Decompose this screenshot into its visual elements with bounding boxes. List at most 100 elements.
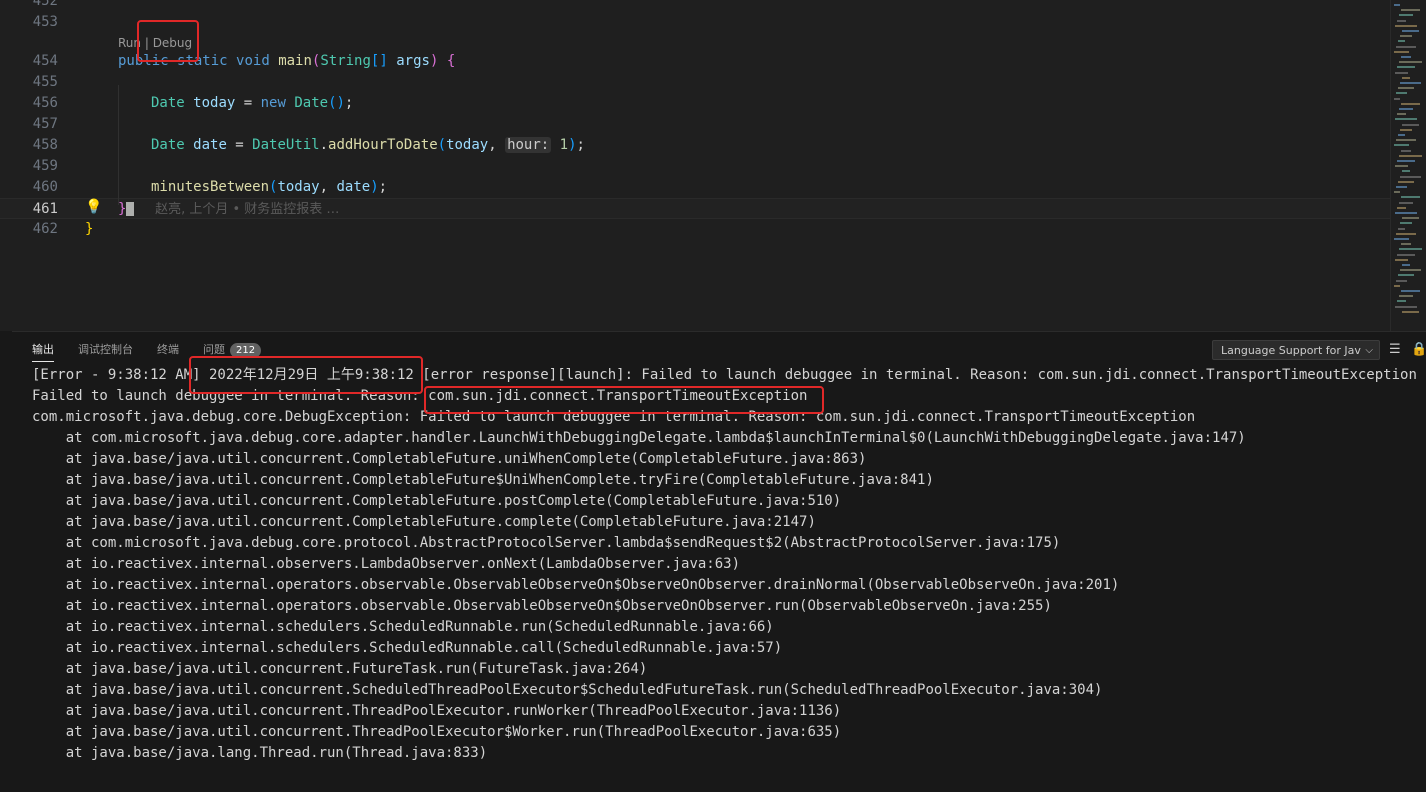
codelens-run-link[interactable]: Run xyxy=(118,36,141,50)
minimap-line xyxy=(1399,61,1422,64)
tab-debug-console[interactable]: 调试控制台 xyxy=(78,342,133,358)
output-line: at io.reactivex.internal.operators.obser… xyxy=(32,577,1120,593)
minimap-line xyxy=(1400,82,1421,84)
minimap-line xyxy=(1395,258,1408,261)
minimap-line xyxy=(1397,253,1415,256)
tab-problems-label: 问题 xyxy=(203,343,225,356)
minimap-line xyxy=(1396,186,1407,188)
line-number: 459 xyxy=(32,158,58,174)
minimap-line xyxy=(1398,40,1405,43)
code-text: Date today = new Date(); xyxy=(151,95,354,111)
minimap-line xyxy=(1399,201,1413,204)
minimap-line xyxy=(1401,243,1411,246)
code-line[interactable]: 452 xyxy=(0,0,1390,12)
minimap-line xyxy=(1394,191,1400,194)
code-text: } xyxy=(85,221,94,237)
minimap-line xyxy=(1402,170,1410,173)
minimap-line xyxy=(1399,154,1422,157)
output-line: [Error - 9:38:12 AM] 2022年12月29日 上午9:38:… xyxy=(32,367,1417,383)
line-number: 462 xyxy=(32,221,58,237)
problems-count-badge: 212 xyxy=(230,343,262,358)
output-line: at com.microsoft.java.debug.core.protoco… xyxy=(32,535,1061,551)
output-log[interactable]: [Error - 9:38:12 AM] 2022年12月29日 上午9:38:… xyxy=(32,365,1417,764)
output-line: Failed to launch debuggee in terminal. R… xyxy=(32,388,808,404)
tab-terminal[interactable]: 终端 xyxy=(157,342,179,358)
codelens-separator: | xyxy=(141,36,153,50)
minimap-line xyxy=(1401,290,1420,292)
code-line[interactable]: 453 xyxy=(0,12,1390,33)
line-number: 461 xyxy=(32,201,58,217)
codelens-debug-link[interactable]: Debug xyxy=(153,36,192,50)
minimap-line xyxy=(1397,206,1406,209)
minimap-line xyxy=(1400,269,1421,272)
code-text: public static void main(String[] args) { xyxy=(118,53,456,69)
minimap-line xyxy=(1402,264,1410,266)
minimap-line xyxy=(1395,212,1417,214)
tab-output[interactable]: 输出 xyxy=(32,342,54,362)
tab-terminal-label: 终端 xyxy=(157,343,179,356)
code-line[interactable]: 457 xyxy=(0,114,1390,135)
output-line: at io.reactivex.internal.schedulers.Sche… xyxy=(32,640,783,656)
line-number: 457 xyxy=(32,116,58,132)
output-line: at java.base/java.util.concurrent.Comple… xyxy=(32,514,816,530)
output-line: at java.base/java.util.concurrent.Comple… xyxy=(32,472,934,488)
minimap-line xyxy=(1396,279,1407,282)
minimap-line xyxy=(1398,227,1405,230)
minimap-line xyxy=(1402,123,1419,126)
tab-problems[interactable]: 问题 212 xyxy=(203,342,262,358)
minimap-line xyxy=(1401,149,1411,152)
code-editor[interactable]: Run | Debug 452 453 454 public static void … xyxy=(0,0,1426,331)
minimap-line xyxy=(1402,76,1410,79)
output-line: at java.base/java.lang.Thread.run(Thread… xyxy=(32,745,488,761)
code-text: } 赵亮, 上个月 • 财务监控报表 … xyxy=(118,201,340,217)
minimap-line xyxy=(1400,128,1412,131)
line-number: 454 xyxy=(32,53,58,69)
line-number: 453 xyxy=(32,14,58,30)
line-number: 452 xyxy=(32,0,58,9)
minimap-line xyxy=(1395,118,1417,121)
code-text: minutesBetween(today, date); xyxy=(151,179,388,195)
minimap-line xyxy=(1400,35,1412,38)
minimap-line xyxy=(1397,19,1406,22)
minimap-line xyxy=(1398,134,1405,136)
minimap-line xyxy=(1394,144,1409,147)
minimap-line xyxy=(1396,45,1416,48)
minimap-line xyxy=(1398,87,1414,90)
output-line: at java.base/java.util.concurrent.Comple… xyxy=(32,451,867,467)
output-line: at com.microsoft.java.debug.core.adapter… xyxy=(32,430,1246,446)
code-line[interactable]: 460 minutesBetween(today, date); xyxy=(0,177,1390,198)
minimap-line xyxy=(1395,165,1408,168)
minimap-line xyxy=(1399,14,1413,17)
minimap-line xyxy=(1396,92,1407,95)
output-line: at java.base/java.util.concurrent.Comple… xyxy=(32,493,842,509)
output-line: at java.base/java.util.concurrent.Schedu… xyxy=(32,682,1103,698)
tab-output-label: 输出 xyxy=(32,343,54,356)
lightbulb-icon[interactable]: 💡 xyxy=(85,199,102,215)
minimap-line xyxy=(1399,295,1413,298)
code-line[interactable]: 455 xyxy=(0,72,1390,93)
codelens: Run | Debug xyxy=(118,35,192,51)
code-line[interactable]: 458 Date date = DateUtil.addHourToDate(to… xyxy=(0,135,1390,156)
minimap-line xyxy=(1397,66,1415,69)
minimap[interactable] xyxy=(1390,0,1426,331)
minimap-line xyxy=(1400,222,1412,225)
minimap-line xyxy=(1402,30,1419,32)
line-number: 455 xyxy=(32,74,58,90)
list-filter-icon[interactable]: ☰ xyxy=(1389,342,1401,357)
code-line[interactable]: 462} xyxy=(0,219,1390,240)
bottom-panel: 输出 调试控制台 终端 问题 212 Language Support for J… xyxy=(12,332,1426,792)
lock-icon[interactable]: 🔒 xyxy=(1411,342,1426,357)
minimap-line xyxy=(1402,217,1419,220)
output-line: at java.base/java.util.concurrent.Thread… xyxy=(32,724,842,740)
minimap-line xyxy=(1396,139,1416,142)
code-line[interactable]: 461 } 赵亮, 上个月 • 财务监控报表 … xyxy=(0,198,1390,219)
output-line: at java.base/java.util.concurrent.Thread… xyxy=(32,703,842,719)
code-line[interactable]: 454 public static void main(String[] args… xyxy=(0,51,1390,72)
minimap-line xyxy=(1396,232,1416,235)
line-number: 456 xyxy=(32,95,58,111)
output-channel-select[interactable]: Language Support for Java ⌵ xyxy=(1212,340,1380,360)
code-line[interactable]: 456 Date today = new Date(); xyxy=(0,93,1390,114)
indent-guide xyxy=(118,85,119,205)
code-line[interactable]: 459 xyxy=(0,156,1390,177)
minimap-line xyxy=(1401,102,1420,105)
